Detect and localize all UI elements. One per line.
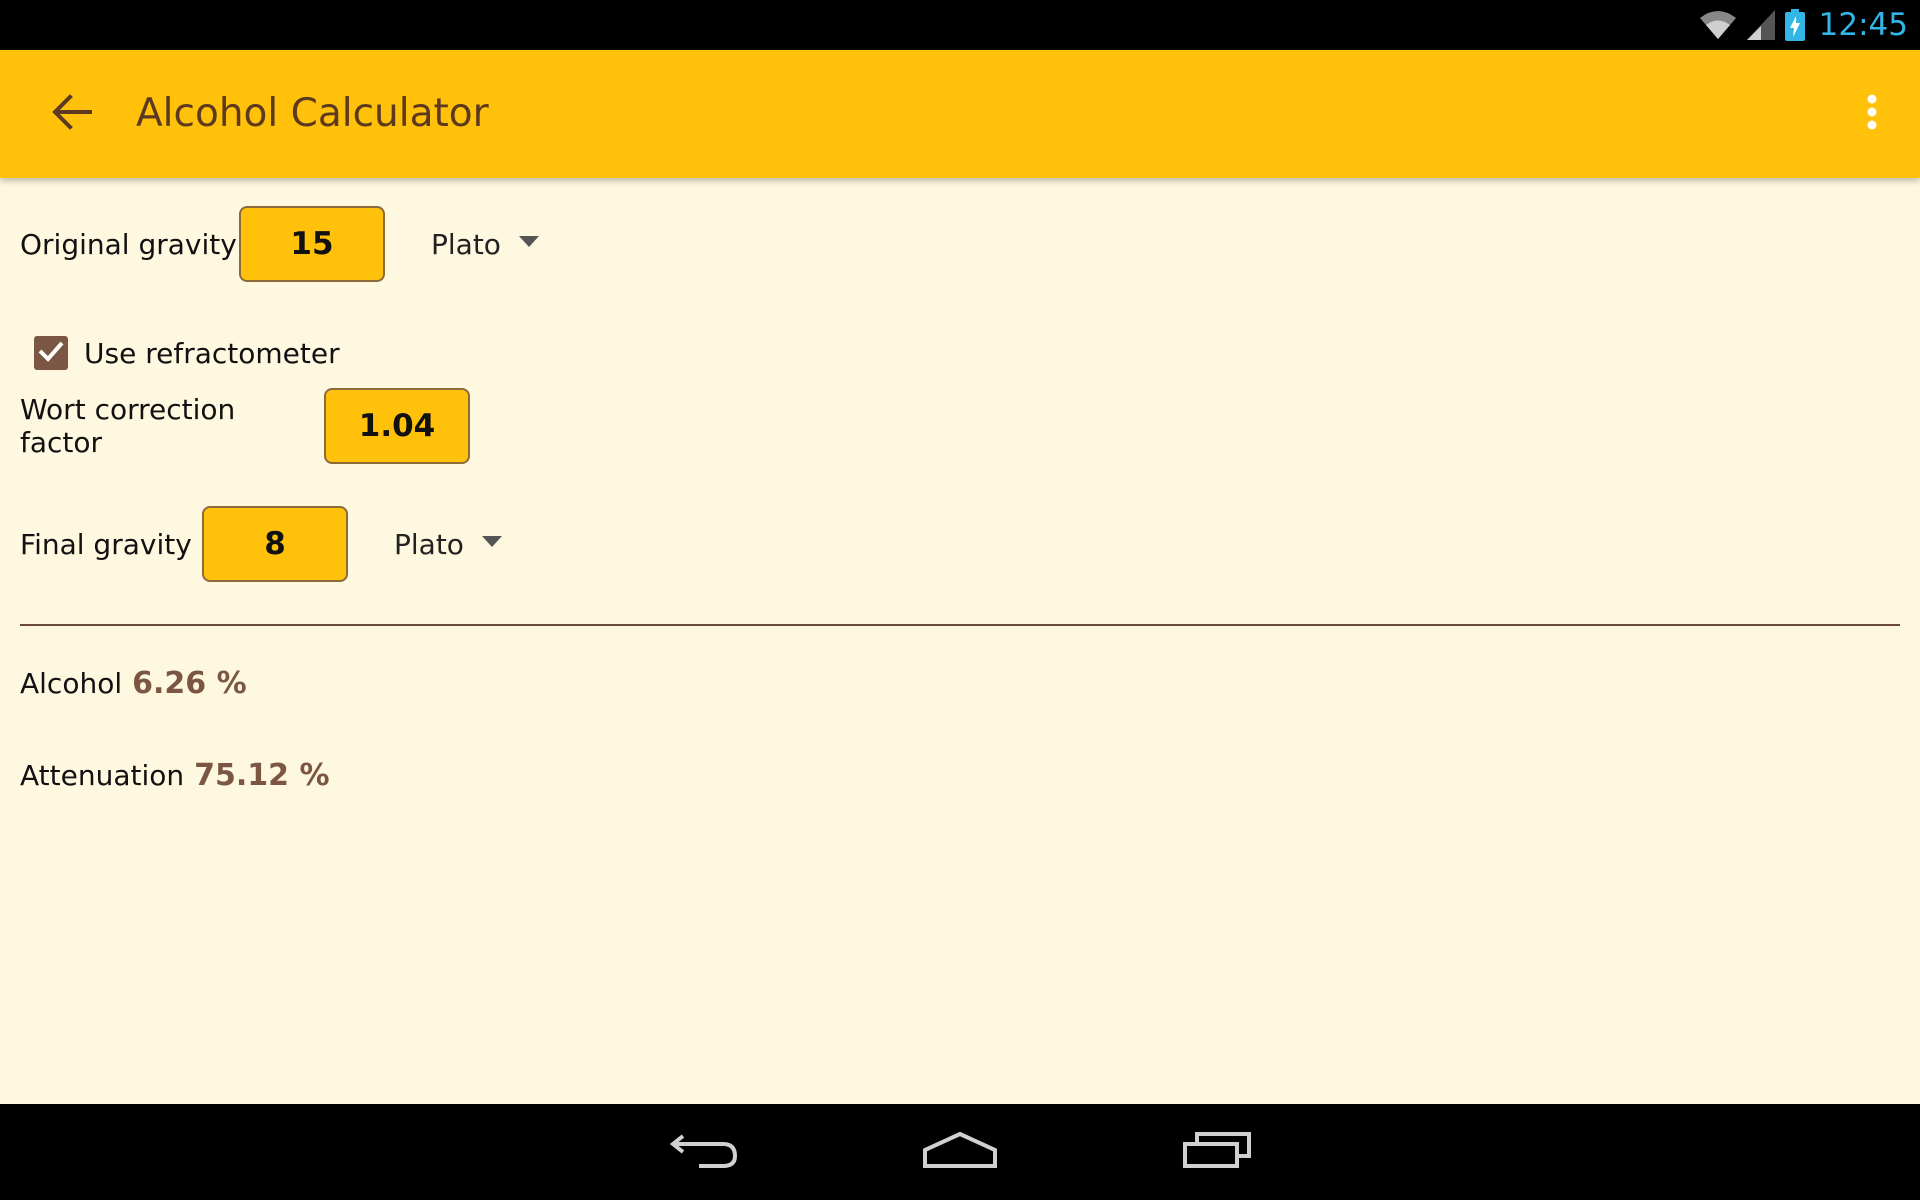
app-bar: Alcohol Calculator <box>0 50 1920 178</box>
battery-charging-icon <box>1784 9 1805 41</box>
original-gravity-unit-dropdown[interactable]: Plato <box>431 228 539 261</box>
dropdown-arrow-icon <box>518 235 539 253</box>
attenuation-value: 75.12 % <box>194 758 330 793</box>
back-button[interactable] <box>36 82 108 146</box>
checkmark-icon <box>38 340 64 367</box>
calculator-content: Original gravity 15 Plato Use refractome… <box>0 178 1920 1104</box>
original-gravity-label: Original gravity <box>20 227 237 261</box>
final-gravity-row: Final gravity 8 Plato <box>20 506 502 582</box>
original-gravity-input[interactable]: 15 <box>239 206 385 282</box>
alcohol-label: Alcohol <box>20 667 123 700</box>
status-clock: 12:45 <box>1818 7 1908 43</box>
attenuation-result-row: Attenuation 75.12 % <box>20 758 330 793</box>
status-bar: 12:45 <box>0 0 1920 50</box>
home-nav-icon <box>923 1130 997 1175</box>
dropdown-arrow-icon <box>481 535 502 553</box>
arrow-back-icon <box>52 93 92 135</box>
more-vert-icon <box>1866 94 1878 135</box>
wort-correction-input[interactable]: 1.04 <box>324 388 470 464</box>
overflow-menu-button[interactable] <box>1842 78 1902 150</box>
alcohol-result-row: Alcohol 6.26 % <box>20 666 247 701</box>
nav-home-button[interactable] <box>905 1114 1015 1190</box>
final-gravity-input[interactable]: 8 <box>202 506 348 582</box>
use-refractometer-row[interactable]: Use refractometer <box>34 336 340 370</box>
use-refractometer-label: Use refractometer <box>84 336 340 370</box>
wifi-icon <box>1699 10 1737 40</box>
navigation-bar <box>0 1104 1920 1200</box>
final-gravity-unit-label: Plato <box>394 527 464 561</box>
wort-correction-row: Wort correction factor 1.04 <box>20 388 470 464</box>
wort-correction-label: Wort correction factor <box>20 393 236 459</box>
original-gravity-unit-label: Plato <box>431 227 501 261</box>
page-title: Alcohol Calculator <box>136 91 489 136</box>
final-gravity-unit-dropdown[interactable]: Plato <box>394 528 502 561</box>
final-gravity-label: Final gravity <box>20 527 192 561</box>
recents-nav-icon <box>1183 1130 1253 1175</box>
alcohol-value: 6.26 % <box>132 666 247 701</box>
status-icons: 12:45 <box>1699 0 1908 50</box>
nav-recents-button[interactable] <box>1163 1114 1273 1190</box>
back-nav-icon <box>669 1130 739 1175</box>
use-refractometer-checkbox[interactable] <box>34 336 68 370</box>
original-gravity-row: Original gravity 15 Plato <box>20 206 539 282</box>
divider <box>20 624 1900 626</box>
cell-signal-icon <box>1746 10 1775 40</box>
attenuation-label: Attenuation <box>20 759 185 792</box>
nav-back-button[interactable] <box>649 1114 759 1190</box>
